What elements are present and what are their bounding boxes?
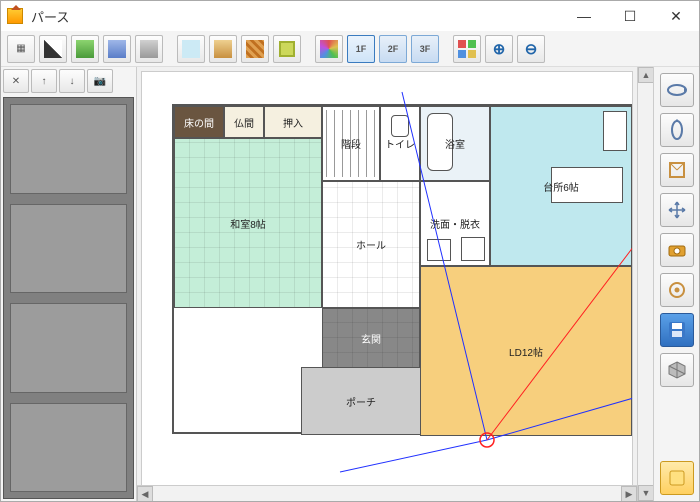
thumbnail-item[interactable] (10, 303, 127, 393)
tool-scene-a-icon[interactable] (71, 35, 99, 63)
minimize-button[interactable]: — (561, 1, 607, 31)
tool-render-d-icon[interactable] (273, 35, 301, 63)
room-ld[interactable]: LD12帖 (420, 266, 632, 436)
view-rotate-z-button[interactable] (660, 73, 694, 107)
floor-1f-button[interactable]: 1F (347, 35, 375, 63)
room-kaidan[interactable]: 階段 (322, 106, 380, 181)
tool-scene-b-icon[interactable] (103, 35, 131, 63)
tool-render-b-icon[interactable] (209, 35, 237, 63)
body: ✕ ↑ ↓ 📷 床の間 仏間 押入 階段 トイレ 浴室 (1, 67, 699, 501)
right-toolbar (653, 67, 699, 501)
floor-3f-button[interactable]: 3F (411, 35, 439, 63)
tool-render-a-icon[interactable] (177, 35, 205, 63)
left-panel: ✕ ↑ ↓ 📷 (1, 67, 137, 501)
floorplan-canvas[interactable]: 床の間 仏間 押入 階段 トイレ 浴室 台所6帖 和室8帖 ホール 洗面・脱衣 … (141, 71, 633, 497)
thumbnail-item[interactable] (10, 403, 127, 493)
zoom-out-button[interactable]: ⊖ (517, 35, 545, 63)
tool-layers-icon[interactable] (453, 35, 481, 63)
scroll-right-arrow[interactable]: ▶ (621, 486, 637, 501)
scroll-down-arrow[interactable]: ▼ (638, 485, 653, 501)
view-perspective-button[interactable] (660, 153, 694, 187)
thumb-down-button[interactable]: ↓ (59, 69, 85, 93)
room-tokonoma[interactable]: 床の間 (174, 106, 224, 138)
thumb-camera-button[interactable]: 📷 (87, 69, 113, 93)
room-toilet[interactable]: トイレ (380, 106, 420, 181)
canvas-area: 床の間 仏間 押入 階段 トイレ 浴室 台所6帖 和室8帖 ホール 洗面・脱衣 … (137, 67, 653, 501)
floor-2f-button[interactable]: 2F (379, 35, 407, 63)
help-button[interactable] (660, 461, 694, 495)
room-porch[interactable]: ポーチ (302, 368, 420, 434)
view-settings-button[interactable] (660, 273, 694, 307)
view-rotate-y-button[interactable] (660, 113, 694, 147)
scroll-left-arrow[interactable]: ◀ (137, 486, 153, 501)
thumbnail-item[interactable] (10, 204, 127, 294)
horizontal-scrollbar[interactable]: ◀ ▶ (137, 485, 637, 501)
room-senmen[interactable]: 洗面・脱衣 (420, 181, 490, 266)
thumbnail-item[interactable] (10, 104, 127, 194)
window-title: パース (31, 7, 561, 26)
room-butsuma[interactable]: 仏間 (224, 106, 264, 138)
maximize-button[interactable]: ☐ (607, 1, 653, 31)
titlebar: パース — ☐ ✕ (1, 1, 699, 31)
room-oshiire[interactable]: 押入 (264, 106, 322, 138)
thumb-up-button[interactable]: ↑ (31, 69, 57, 93)
vertical-scrollbar[interactable]: ▲ ▼ (637, 67, 653, 501)
room-hall[interactable]: ホール (322, 181, 420, 308)
scroll-track[interactable] (638, 83, 653, 485)
app-icon (7, 8, 23, 24)
tool-color-icon[interactable] (315, 35, 343, 63)
view-pan-button[interactable] (660, 193, 694, 227)
save-button[interactable] (660, 313, 694, 347)
tool-diagonal-icon[interactable] (39, 35, 67, 63)
left-panel-toolbar: ✕ ↑ ↓ 📷 (1, 67, 136, 95)
scroll-up-arrow[interactable]: ▲ (638, 67, 653, 83)
room-genkan[interactable]: 玄関 (322, 308, 420, 368)
view-camera-button[interactable] (660, 233, 694, 267)
thumbnail-list (3, 97, 134, 499)
scroll-track[interactable] (153, 486, 621, 501)
zoom-in-button[interactable]: ⊕ (485, 35, 513, 63)
room-yokushitsu[interactable]: 浴室 (420, 106, 490, 181)
main-toolbar: ▦ 1F 2F 3F ⊕ ⊖ (1, 31, 699, 67)
floorplan: 床の間 仏間 押入 階段 トイレ 浴室 台所6帖 和室8帖 ホール 洗面・脱衣 … (172, 104, 632, 434)
room-daidokoro[interactable]: 台所6帖 (490, 106, 632, 266)
tool-scene-c-icon[interactable] (135, 35, 163, 63)
thumb-delete-button[interactable]: ✕ (3, 69, 29, 93)
room-washitsu[interactable]: 和室8帖 (174, 138, 322, 308)
render-3d-button[interactable] (660, 353, 694, 387)
app-window: パース — ☐ ✕ ▦ 1F 2F 3F ⊕ ⊖ ✕ ↑ ↓ (0, 0, 700, 502)
close-button[interactable]: ✕ (653, 1, 699, 31)
tool-render-c-icon[interactable] (241, 35, 269, 63)
tool-grid-icon[interactable]: ▦ (7, 35, 35, 63)
